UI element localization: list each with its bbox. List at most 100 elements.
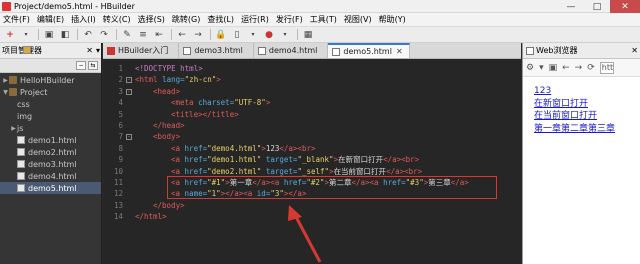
file-icon [17,160,25,168]
toolbar-divider [297,29,298,40]
project-icon [9,88,17,96]
mobile-run-icon[interactable]: ▯ [231,29,243,41]
code-editor[interactable]: 1 <!DOCTYPE html> 2- <html lang="zh-cn"> 3- <… [103,59,521,264]
format-icon[interactable]: ≡ [137,29,149,41]
browser-toolbar: ⚙ ▾ ▣ ← → ⟳ htt [523,59,640,77]
forward-icon[interactable]: → [192,29,204,41]
tree-item-label: demo5.html [28,183,77,193]
title-bar: Project/demo5.html - HBuilder — □ ✕ [0,0,640,13]
editor-tab[interactable]: demo4.html [254,43,329,58]
tree-item[interactable]: css [0,46,101,110]
new-file-icon[interactable]: + [4,29,16,41]
save-icon[interactable]: ▣ [43,29,55,41]
redo-icon[interactable]: ↷ [98,29,110,41]
menu-item[interactable]: 视图(V) [344,14,372,25]
menu-item[interactable]: 工具(T) [310,14,337,25]
dropdown-arrow-icon[interactable]: ▾ [279,29,291,41]
tree-item[interactable]: demo1.html [0,134,101,146]
expand-arrow-icon[interactable]: ▼ [2,89,9,96]
save-all-icon[interactable]: ◧ [59,29,71,41]
file-icon [17,136,25,144]
preview-link[interactable]: 在新窗口打开 [534,98,640,111]
close-tab-icon[interactable]: ✕ [396,47,403,56]
panel-menu-icon[interactable]: ▾ [96,46,100,55]
toolbar-divider [116,29,117,40]
menu-item[interactable]: 插入(I) [71,14,96,25]
project-icon [9,76,17,84]
tab-label: demo5.html [343,47,392,56]
dropdown-arrow-icon[interactable]: ▾ [247,29,259,41]
project-toolbar: − ⇆ [0,59,101,73]
refresh-icon[interactable]: ⟳ [587,63,595,73]
screen-icon[interactable]: ▣ [549,63,558,73]
url-field[interactable]: htt [599,61,614,74]
back-icon[interactable]: ← [562,63,570,73]
back-icon[interactable]: ← [176,29,188,41]
tree-item-label: css [17,99,30,109]
folder-icon [23,46,31,54]
window-controls: — □ ✕ [558,0,640,13]
tree-item-label: HelloHBuilder [20,75,75,85]
editor-tab[interactable]: demo3.html [179,43,254,58]
dropdown-arrow-icon[interactable]: ▾ [20,29,32,41]
tree-item[interactable]: img [0,46,101,122]
hbuilder-logo-icon [2,1,11,11]
editor-tabs: HBuilder入门 demo3.html demo4.html demo5.html… [103,43,521,59]
tree-item[interactable]: demo5.html [0,182,101,194]
preview-link[interactable]: 第一章第二章第三章 [534,123,640,136]
collapse-all-icon[interactable]: − [76,61,86,70]
tree-item[interactable]: ▶ HelloHBuilder [0,74,101,86]
maximize-button[interactable]: □ [584,0,610,13]
close-window-button[interactable]: ✕ [610,0,640,13]
link-editor-icon[interactable]: ⇆ [88,61,98,70]
undo-icon[interactable]: ↶ [82,29,94,41]
preview-link[interactable]: 在当前窗口打开 [534,110,640,123]
tree-item-label: demo2.html [28,147,77,157]
tree-item-label: js [17,123,24,133]
comment-icon[interactable]: ✎ [121,29,133,41]
red-arrow-annotation [288,205,322,263]
menu-item[interactable]: 文件(F) [3,14,30,25]
close-browser-icon[interactable]: ✕ [631,46,638,55]
forward-icon[interactable]: → [575,63,583,73]
tree-item[interactable]: demo3.html [0,158,101,170]
menu-item[interactable]: 运行(R) [241,14,269,25]
toolbar: + ▾ ▣ ◧ ↶ ↷ ✎ ≡ ⇤ ← → 🔒 ▯ ▾ ● ▾ ▦ [0,27,640,43]
toolbar-divider [210,29,211,40]
browser-content: 123 在新窗口打开 在当前窗口打开 第一章第二章第三章 [523,77,640,135]
expand-arrow-icon[interactable]: ▶ [2,77,9,84]
editor-tab[interactable]: demo5.html ✕ [328,43,410,58]
file-icon [17,184,25,192]
grid-icon[interactable]: ▦ [302,29,314,41]
project-manager-title: 项目管理器 [2,46,42,55]
browser-icon[interactable]: ● [263,29,275,41]
dedent-icon[interactable]: ⇤ [153,29,165,41]
minimize-button[interactable]: — [558,0,584,13]
web-browser-panel: Web浏览器 ✕ ⚙ ▾ ▣ ← → ⟳ htt 123 在新窗口打开 在当前窗口打… [522,43,640,264]
tree-item-label: demo4.html [28,171,77,181]
menu-item[interactable]: 转义(C) [103,14,131,25]
settings-dropdown-icon[interactable]: ▾ [539,63,544,73]
menu-item[interactable]: 查找(L) [207,14,234,25]
close-panel-icon[interactable]: ✕ [86,46,93,55]
settings-icon[interactable]: ⚙ [526,63,534,73]
tree-item[interactable]: ▶ js [0,46,101,134]
menu-item[interactable]: 帮助(Y) [379,14,406,25]
menu-item[interactable]: 选择(S) [138,14,165,25]
editor-tab[interactable]: HBuilder入门 [103,43,180,58]
tree-item[interactable]: ▼ Project [0,86,101,98]
menu-item[interactable]: 跳转(G) [172,14,200,25]
tree-item[interactable]: demo4.html [0,170,101,182]
menu-item[interactable]: 发行(F) [276,14,303,25]
lock-icon[interactable]: 🔒 [215,29,227,41]
preview-link[interactable]: 123 [534,85,640,98]
tree-item-label: demo1.html [28,135,77,145]
browser-tab-icon [526,46,534,55]
toolbar-divider [171,29,172,40]
tree-item-label: demo3.html [28,159,77,169]
tab-label: demo4.html [268,46,318,55]
expand-arrow-icon[interactable]: ▶ [10,125,17,132]
menu-item[interactable]: 编辑(E) [37,14,64,25]
tab-label: demo3.html [194,46,243,55]
tree-item[interactable]: demo2.html [0,146,101,158]
